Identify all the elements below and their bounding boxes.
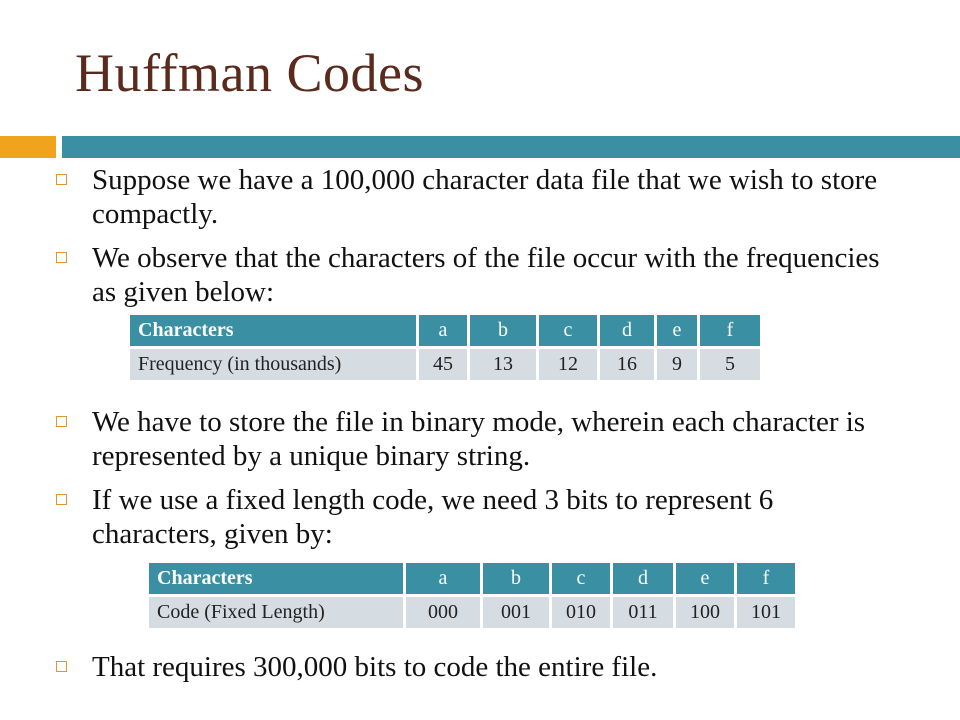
table-cell: 12 bbox=[539, 349, 597, 380]
accent-bar-orange bbox=[0, 136, 56, 158]
table-header-cell: b bbox=[470, 315, 536, 346]
bullet-square-icon bbox=[56, 661, 67, 672]
table-cell: 101 bbox=[737, 597, 795, 628]
table-cell: 010 bbox=[552, 597, 610, 628]
bullet-square-icon bbox=[56, 494, 67, 505]
bullet-text: If we use a fixed length code, we need 3… bbox=[92, 484, 774, 550]
table-header-cell: f bbox=[700, 315, 760, 346]
table-header-cell: b bbox=[483, 563, 549, 594]
bullet-text: Suppose we have a 100,000 character data… bbox=[92, 164, 878, 230]
table-header-cell: f bbox=[737, 563, 795, 594]
bullet-square-icon bbox=[56, 416, 67, 427]
bullet-text: We have to store the file in binary mode… bbox=[92, 406, 866, 472]
bullet-text: We observe that the characters of the fi… bbox=[92, 242, 880, 308]
table-header-cell: a bbox=[419, 315, 467, 346]
slide-title: Huffman Codes bbox=[75, 43, 424, 103]
table-cell: 16 bbox=[600, 349, 654, 380]
bullet-square-icon bbox=[56, 174, 67, 185]
table-cell: Code (Fixed Length) bbox=[149, 597, 403, 628]
table-header-cell: e bbox=[657, 315, 697, 346]
table-header-cell: Characters bbox=[130, 315, 416, 346]
table-header-cell: Characters bbox=[149, 563, 403, 594]
bullet-text: That requires 300,000 bits to code the e… bbox=[92, 651, 658, 683]
table-cell: 000 bbox=[406, 597, 480, 628]
table-header-cell: c bbox=[539, 315, 597, 346]
table-cell: 100 bbox=[676, 597, 734, 628]
table-cell: 13 bbox=[470, 349, 536, 380]
table-header-cell: d bbox=[613, 563, 673, 594]
table-cell: 5 bbox=[700, 349, 760, 380]
table-row: Code (Fixed Length) 000 001 010 011 100 … bbox=[149, 597, 795, 628]
table-header-cell: d bbox=[600, 315, 654, 346]
table-cell: 001 bbox=[483, 597, 549, 628]
table-row: Frequency (in thousands) 45 13 12 16 9 5 bbox=[130, 349, 760, 380]
fixed-length-code-table: Characters a b c d e f Code (Fixed Lengt… bbox=[146, 560, 798, 631]
table-cell: 011 bbox=[613, 597, 673, 628]
bullet-square-icon bbox=[56, 252, 67, 263]
table-cell: 9 bbox=[657, 349, 697, 380]
table-header-row: Characters a b c d e f bbox=[130, 315, 760, 346]
table-header-cell: e bbox=[676, 563, 734, 594]
table-cell: Frequency (in thousands) bbox=[130, 349, 416, 380]
table-header-cell: a bbox=[406, 563, 480, 594]
accent-bar-teal bbox=[62, 136, 960, 158]
table-header-cell: c bbox=[552, 563, 610, 594]
table-cell: 45 bbox=[419, 349, 467, 380]
frequency-table: Characters a b c d e f Frequency (in tho… bbox=[127, 312, 763, 383]
table-header-row: Characters a b c d e f bbox=[149, 563, 795, 594]
